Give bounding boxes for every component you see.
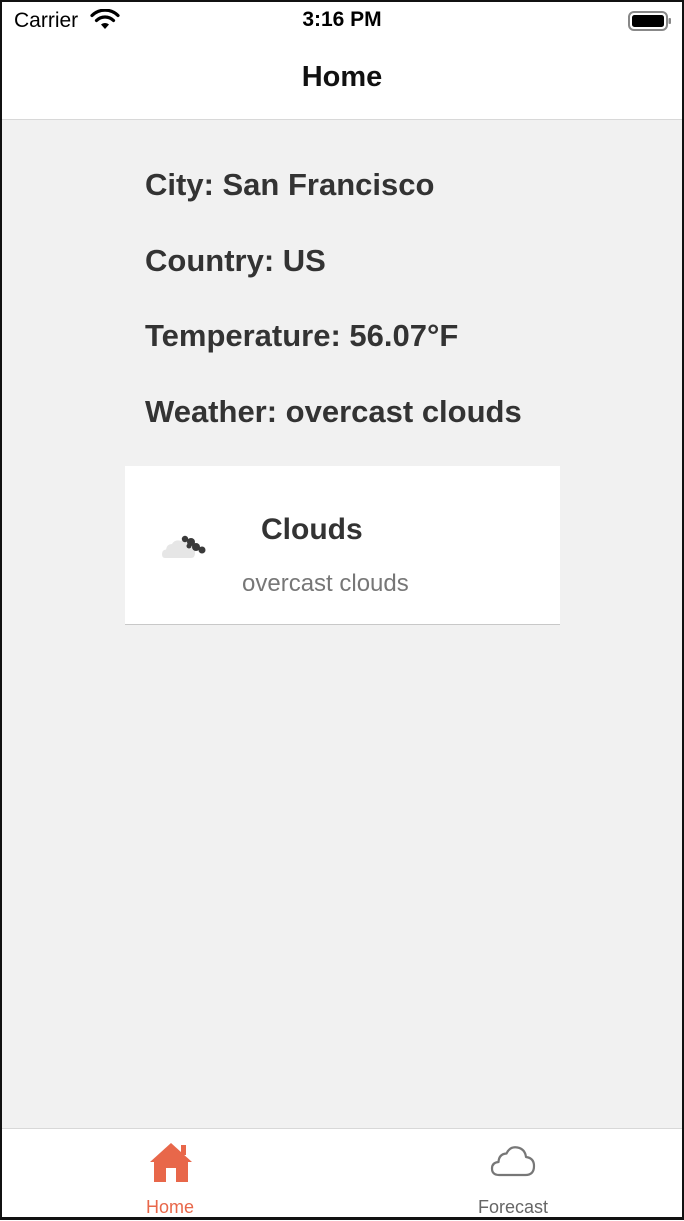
status-bar: Carrier 3:16 PM [0,0,684,40]
country-text: Country: US [145,243,326,278]
cloud-icon [489,1141,537,1186]
home-icon [148,1141,194,1188]
home-content: City: San Francisco Country: US Temperat… [0,120,684,1128]
cloud-icon [161,526,211,562]
city-text: City: San Francisco [145,167,435,202]
weather-text: Weather: overcast clouds [145,394,522,429]
weather-main-text: Clouds [261,513,363,546]
tab-forecast-label: Forecast [477,1197,549,1217]
navigation-bar: Home [0,40,684,120]
weather-description-text: overcast clouds [242,570,409,597]
tab-bar: Home Forecast [0,1128,684,1221]
tab-home[interactable]: Home [0,1129,342,1221]
weather-card: Clouds overcast clouds [125,466,560,625]
status-time: 3:16 PM [302,8,382,31]
battery-icon [628,10,672,32]
temperature-text: Temperature: 56.07°F [145,318,459,353]
tab-forecast[interactable]: Forecast [342,1129,684,1221]
tab-home-label: Home [145,1197,194,1217]
page-title: Home [301,61,383,93]
